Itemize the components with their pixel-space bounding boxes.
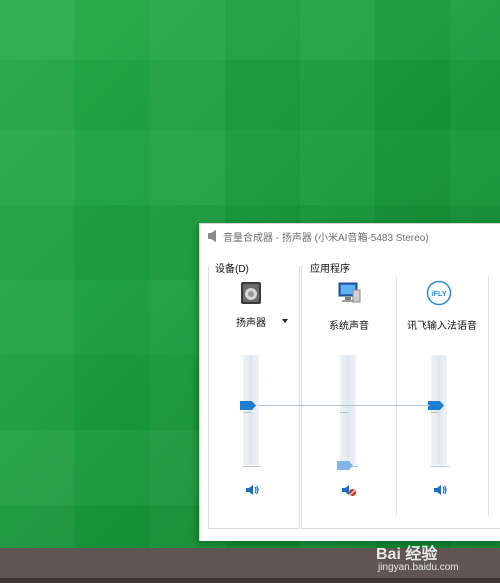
watermark-brand: Bai 经验 [376, 546, 438, 563]
title-bar[interactable]: 音量合成器 - 扬声器 (小米AI音箱-5483 Stereo) [200, 224, 500, 248]
watermark-url: jingyan.baidu.com [378, 562, 459, 573]
watermark: Bai 经验 jingyan.baidu.com [376, 540, 496, 580]
device-volume-slider-thumb[interactable] [240, 401, 256, 410]
applications-group-frame [301, 266, 500, 529]
tick-mark [431, 466, 449, 467]
ifly-volume-meter [431, 355, 447, 465]
device-mute-button[interactable] [244, 483, 260, 497]
ifly-icon-text: iFLY [431, 289, 447, 298]
system-sounds-icon [338, 282, 361, 303]
system-sounds-mute-button[interactable] [341, 483, 357, 497]
ifly-icon: iFLY [426, 280, 452, 306]
system-sounds-volume-slider-thumb[interactable] [337, 461, 353, 470]
volume-link-line [258, 405, 430, 406]
speaker-icon [208, 230, 216, 242]
device-dropdown-label[interactable]: 扬声器 [222, 314, 280, 329]
volume-mixer-window: 音量合成器 - 扬声器 (小米AI音箱-5483 Stereo) 设备(D) 扬… [199, 223, 500, 541]
speaker-icon [241, 282, 261, 304]
app-label-ifly-voice: 讯飞输入法语音 [407, 321, 477, 332]
chevron-down-icon[interactable] [282, 319, 288, 323]
app-label-system-sounds: 系统声音 [329, 321, 369, 332]
tick-mark [243, 466, 261, 467]
tick-mark [340, 412, 348, 413]
system-sounds-volume-meter [340, 355, 356, 465]
ifly-mute-button[interactable] [432, 483, 448, 497]
device-volume-meter [243, 355, 259, 465]
channel-divider [488, 276, 489, 516]
window-title: 音量合成器 - 扬声器 (小米AI音箱-5483 Stereo) [223, 233, 429, 244]
tick-mark [243, 412, 251, 413]
channel-divider [396, 276, 397, 516]
ifly-volume-slider-thumb[interactable] [428, 401, 444, 410]
tick-mark [431, 412, 439, 413]
